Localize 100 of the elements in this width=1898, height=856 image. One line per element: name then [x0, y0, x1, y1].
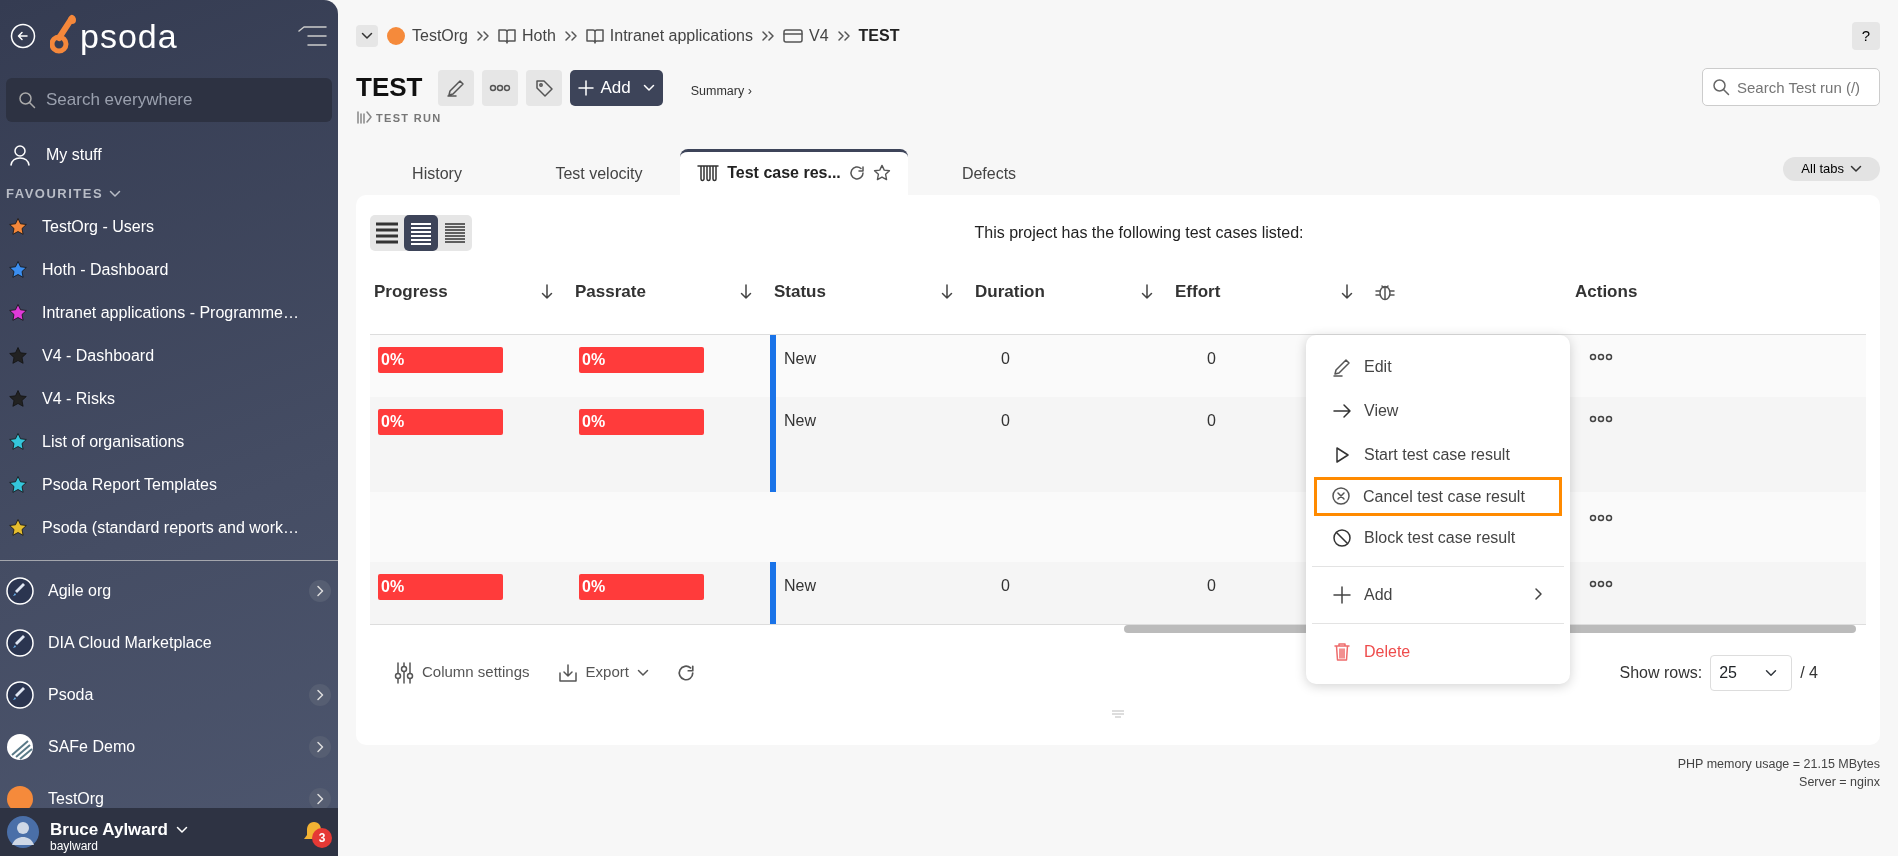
column-settings-button[interactable]: Column settings	[394, 661, 530, 684]
breadcrumb-link[interactable]: Intranet applications	[609, 24, 753, 48]
organisation-logo-icon	[6, 784, 34, 808]
progress-bar: 0%	[579, 408, 704, 435]
favourite-link[interactable]: TestOrg - Users	[0, 205, 338, 249]
row-actions-button[interactable]	[1589, 414, 1613, 423]
logo-text: psoda	[80, 15, 178, 57]
chevron-down-icon	[1850, 164, 1862, 173]
test-run-icon	[356, 111, 372, 126]
favourite-link[interactable]: Intranet applications - Programme…	[0, 291, 338, 335]
double-chevron-icon	[761, 30, 775, 42]
menu-item[interactable]: View	[1306, 388, 1570, 433]
progress-bar: 0%	[579, 346, 704, 373]
column-header[interactable]: Effort	[1175, 279, 1221, 305]
trash-icon	[1332, 641, 1352, 662]
chevron-down-icon	[109, 189, 122, 198]
plus-icon	[578, 80, 595, 96]
double-chevron-icon	[476, 30, 490, 42]
back-button[interactable]	[10, 23, 36, 49]
sort-arrow-icon	[1141, 284, 1153, 300]
export-button[interactable]: Export	[557, 661, 649, 684]
favourite-link[interactable]: V4 - Risks	[0, 377, 338, 421]
dropdown-button[interactable]	[356, 25, 378, 47]
tab[interactable]: Test velocity	[518, 152, 680, 195]
view-mode-button[interactable]	[404, 214, 438, 251]
row-actions-button[interactable]	[1589, 352, 1613, 361]
tab[interactable]: History	[356, 152, 518, 195]
server-info-text: Server = nginx	[1799, 774, 1880, 789]
more-button[interactable]	[482, 70, 519, 106]
tab[interactable]: Defects	[908, 152, 1070, 195]
menu-icon	[298, 25, 328, 47]
username: baylward	[50, 839, 100, 853]
chevron-right-icon	[308, 578, 332, 603]
chevron-down-icon	[361, 32, 373, 40]
column-header[interactable]: Duration	[975, 279, 1045, 305]
favourite-link[interactable]: V4 - Dashboard	[0, 334, 338, 378]
breadcrumb-link[interactable]: TEST	[858, 24, 900, 48]
effort-cell: 0	[1207, 411, 1216, 429]
edit-button[interactable]	[438, 70, 475, 106]
menu-item[interactable]: Block test case result	[1306, 515, 1570, 560]
all-tabs-button[interactable]: All tabs	[1783, 156, 1880, 181]
user-icon	[8, 143, 32, 167]
row-actions-button[interactable]	[1589, 579, 1613, 588]
column-header[interactable]: Passrate	[575, 279, 646, 305]
rows-per-page-select[interactable]: 25	[1710, 654, 1793, 691]
bug-icon	[1375, 282, 1395, 302]
favourite-link[interactable]: Psoda (standard reports and work…	[0, 506, 338, 550]
help-button[interactable]: ?	[1852, 22, 1880, 50]
duration-cell: 0	[1001, 411, 1010, 429]
status-text: New	[784, 576, 816, 594]
organisation-link[interactable]: DIA Cloud Marketplace	[0, 616, 338, 669]
page-subtitle: TEST RUN	[376, 111, 442, 126]
summary-link[interactable]: Summary ›	[690, 81, 752, 101]
breadcrumb-link[interactable]: Hoth	[522, 24, 556, 48]
tag-button[interactable]	[526, 70, 563, 106]
book-icon	[585, 28, 604, 44]
status-text: New	[784, 349, 816, 367]
chevron-right-icon	[1534, 586, 1544, 601]
column-header[interactable]: Actions	[1575, 279, 1638, 305]
menu-item[interactable]: Edit	[1306, 344, 1570, 389]
column-header[interactable]: Status	[774, 279, 826, 305]
refresh-icon	[676, 663, 695, 682]
search-field[interactable]: Search Test run (/)	[1702, 68, 1880, 106]
pencil-icon	[1332, 356, 1352, 377]
organisation-link[interactable]: SAFe Demo	[0, 720, 338, 773]
prohibited-icon	[1332, 527, 1352, 548]
row-actions-button[interactable]	[1589, 513, 1613, 522]
favourite-link[interactable]: Hoth - Dashboard	[0, 248, 338, 292]
refresh-icon	[848, 165, 865, 181]
chevron-down-icon	[642, 84, 655, 92]
tab[interactable]: Test case res...	[680, 148, 908, 195]
organisation-link[interactable]: Psoda	[0, 668, 338, 721]
resize-handle-icon	[1110, 708, 1126, 719]
breadcrumb-link[interactable]: TestOrg	[412, 24, 468, 48]
add-button[interactable]: Add	[570, 70, 663, 106]
progress-bar: 0%	[378, 573, 503, 600]
effort-cell: 0	[1207, 576, 1216, 594]
organisation-link[interactable]: TestOrg	[0, 772, 338, 808]
tag-icon	[534, 78, 555, 98]
menu-item[interactable]: Delete	[1306, 629, 1570, 674]
menu-item[interactable]: Add	[1306, 572, 1570, 617]
breadcrumb-link[interactable]: V4	[809, 24, 829, 48]
star-outline-icon	[872, 164, 891, 182]
search-field[interactable]: Search everywhere	[6, 78, 332, 122]
menu-item[interactable]: Start test case result	[1306, 432, 1570, 477]
favourite-link[interactable]: Psoda Report Templates	[0, 463, 338, 507]
organisation-link[interactable]: Agile org	[0, 564, 338, 617]
collapse-menu-button[interactable]	[298, 25, 328, 47]
chevron-right-icon	[308, 786, 332, 808]
double-chevron-icon	[563, 30, 578, 42]
favourite-link[interactable]: List of organisations	[0, 420, 338, 464]
striped-logo-icon	[6, 732, 34, 761]
favourites-heading[interactable]: FAVOURITES	[6, 184, 104, 204]
sort-arrow-icon	[1341, 284, 1353, 300]
menu-item[interactable]: Cancel test case result	[1314, 476, 1562, 516]
notifications-button[interactable]: 3	[296, 814, 332, 850]
my-stuff-link[interactable]: My stuff	[0, 132, 338, 178]
column-header[interactable]: Progress	[374, 279, 448, 305]
refresh-button[interactable]	[676, 663, 695, 682]
user-name[interactable]: Bruce Aylward	[50, 821, 168, 840]
